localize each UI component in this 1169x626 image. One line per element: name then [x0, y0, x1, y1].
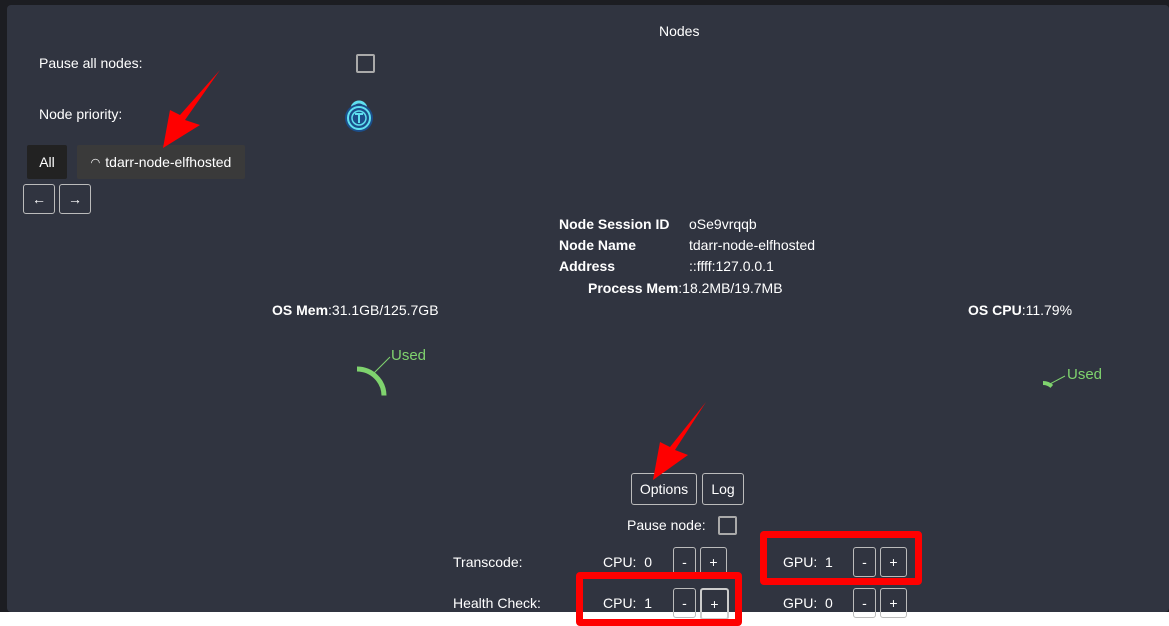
name-label: Node Name — [559, 237, 637, 253]
process-mem: Process Mem:18.2MB/19.7MB — [588, 280, 783, 296]
health-gpu: GPU: 0 — [783, 595, 833, 611]
cpu-used-label: Used — [1067, 366, 1103, 383]
tab-all[interactable]: All — [27, 145, 67, 179]
transcode-cpu: CPU: 0 — [603, 554, 653, 570]
health-check-label: Health Check: — [453, 595, 541, 611]
address-value: ::ffff:127.0.0.1 — [689, 258, 774, 274]
os-mem: OS Mem:31.1GB/125.7GB — [272, 302, 439, 318]
next-button[interactable]: → — [59, 184, 91, 214]
annotation-box-gpu — [760, 531, 922, 585]
cpu-leader-line — [1047, 375, 1066, 386]
health-gpu-plus[interactable]: + — [880, 588, 907, 618]
tab-node[interactable]: ◠ tdarr-node-elfhosted — [77, 145, 245, 179]
node-priority-label: Node priority: — [39, 106, 123, 122]
address-label: Address — [559, 258, 616, 274]
prev-button[interactable]: ← — [23, 184, 55, 214]
log-button[interactable]: Log — [702, 473, 744, 505]
transcode-label: Transcode: — [453, 554, 523, 570]
name-value: tdarr-node-elfhosted — [689, 237, 816, 253]
session-label: Node Session ID — [559, 216, 670, 232]
tdarr-priority-icon[interactable] — [343, 97, 375, 135]
page-title: Nodes — [659, 23, 700, 39]
mem-used-arc — [356, 366, 387, 396]
mem-leader-line — [373, 356, 391, 374]
pause-node-checkbox[interactable] — [718, 516, 737, 535]
tab-node-label: tdarr-node-elfhosted — [105, 154, 232, 170]
session-value: oSe9vrqqb — [689, 216, 757, 232]
annotation-box-cpu — [576, 572, 742, 626]
pause-all-checkbox[interactable] — [356, 54, 375, 73]
options-button[interactable]: Options — [631, 473, 697, 505]
mem-used-label: Used — [391, 347, 427, 364]
health-gpu-minus[interactable]: - — [853, 588, 876, 618]
pause-all-label: Pause all nodes: — [39, 55, 143, 71]
os-cpu: OS CPU:11.79% — [968, 302, 1073, 318]
mem-gauge — [356, 356, 391, 396]
eye-icon: ◠ — [90, 156, 101, 169]
cpu-gauge — [1042, 375, 1066, 388]
pause-node-label: Pause node: — [627, 517, 706, 533]
